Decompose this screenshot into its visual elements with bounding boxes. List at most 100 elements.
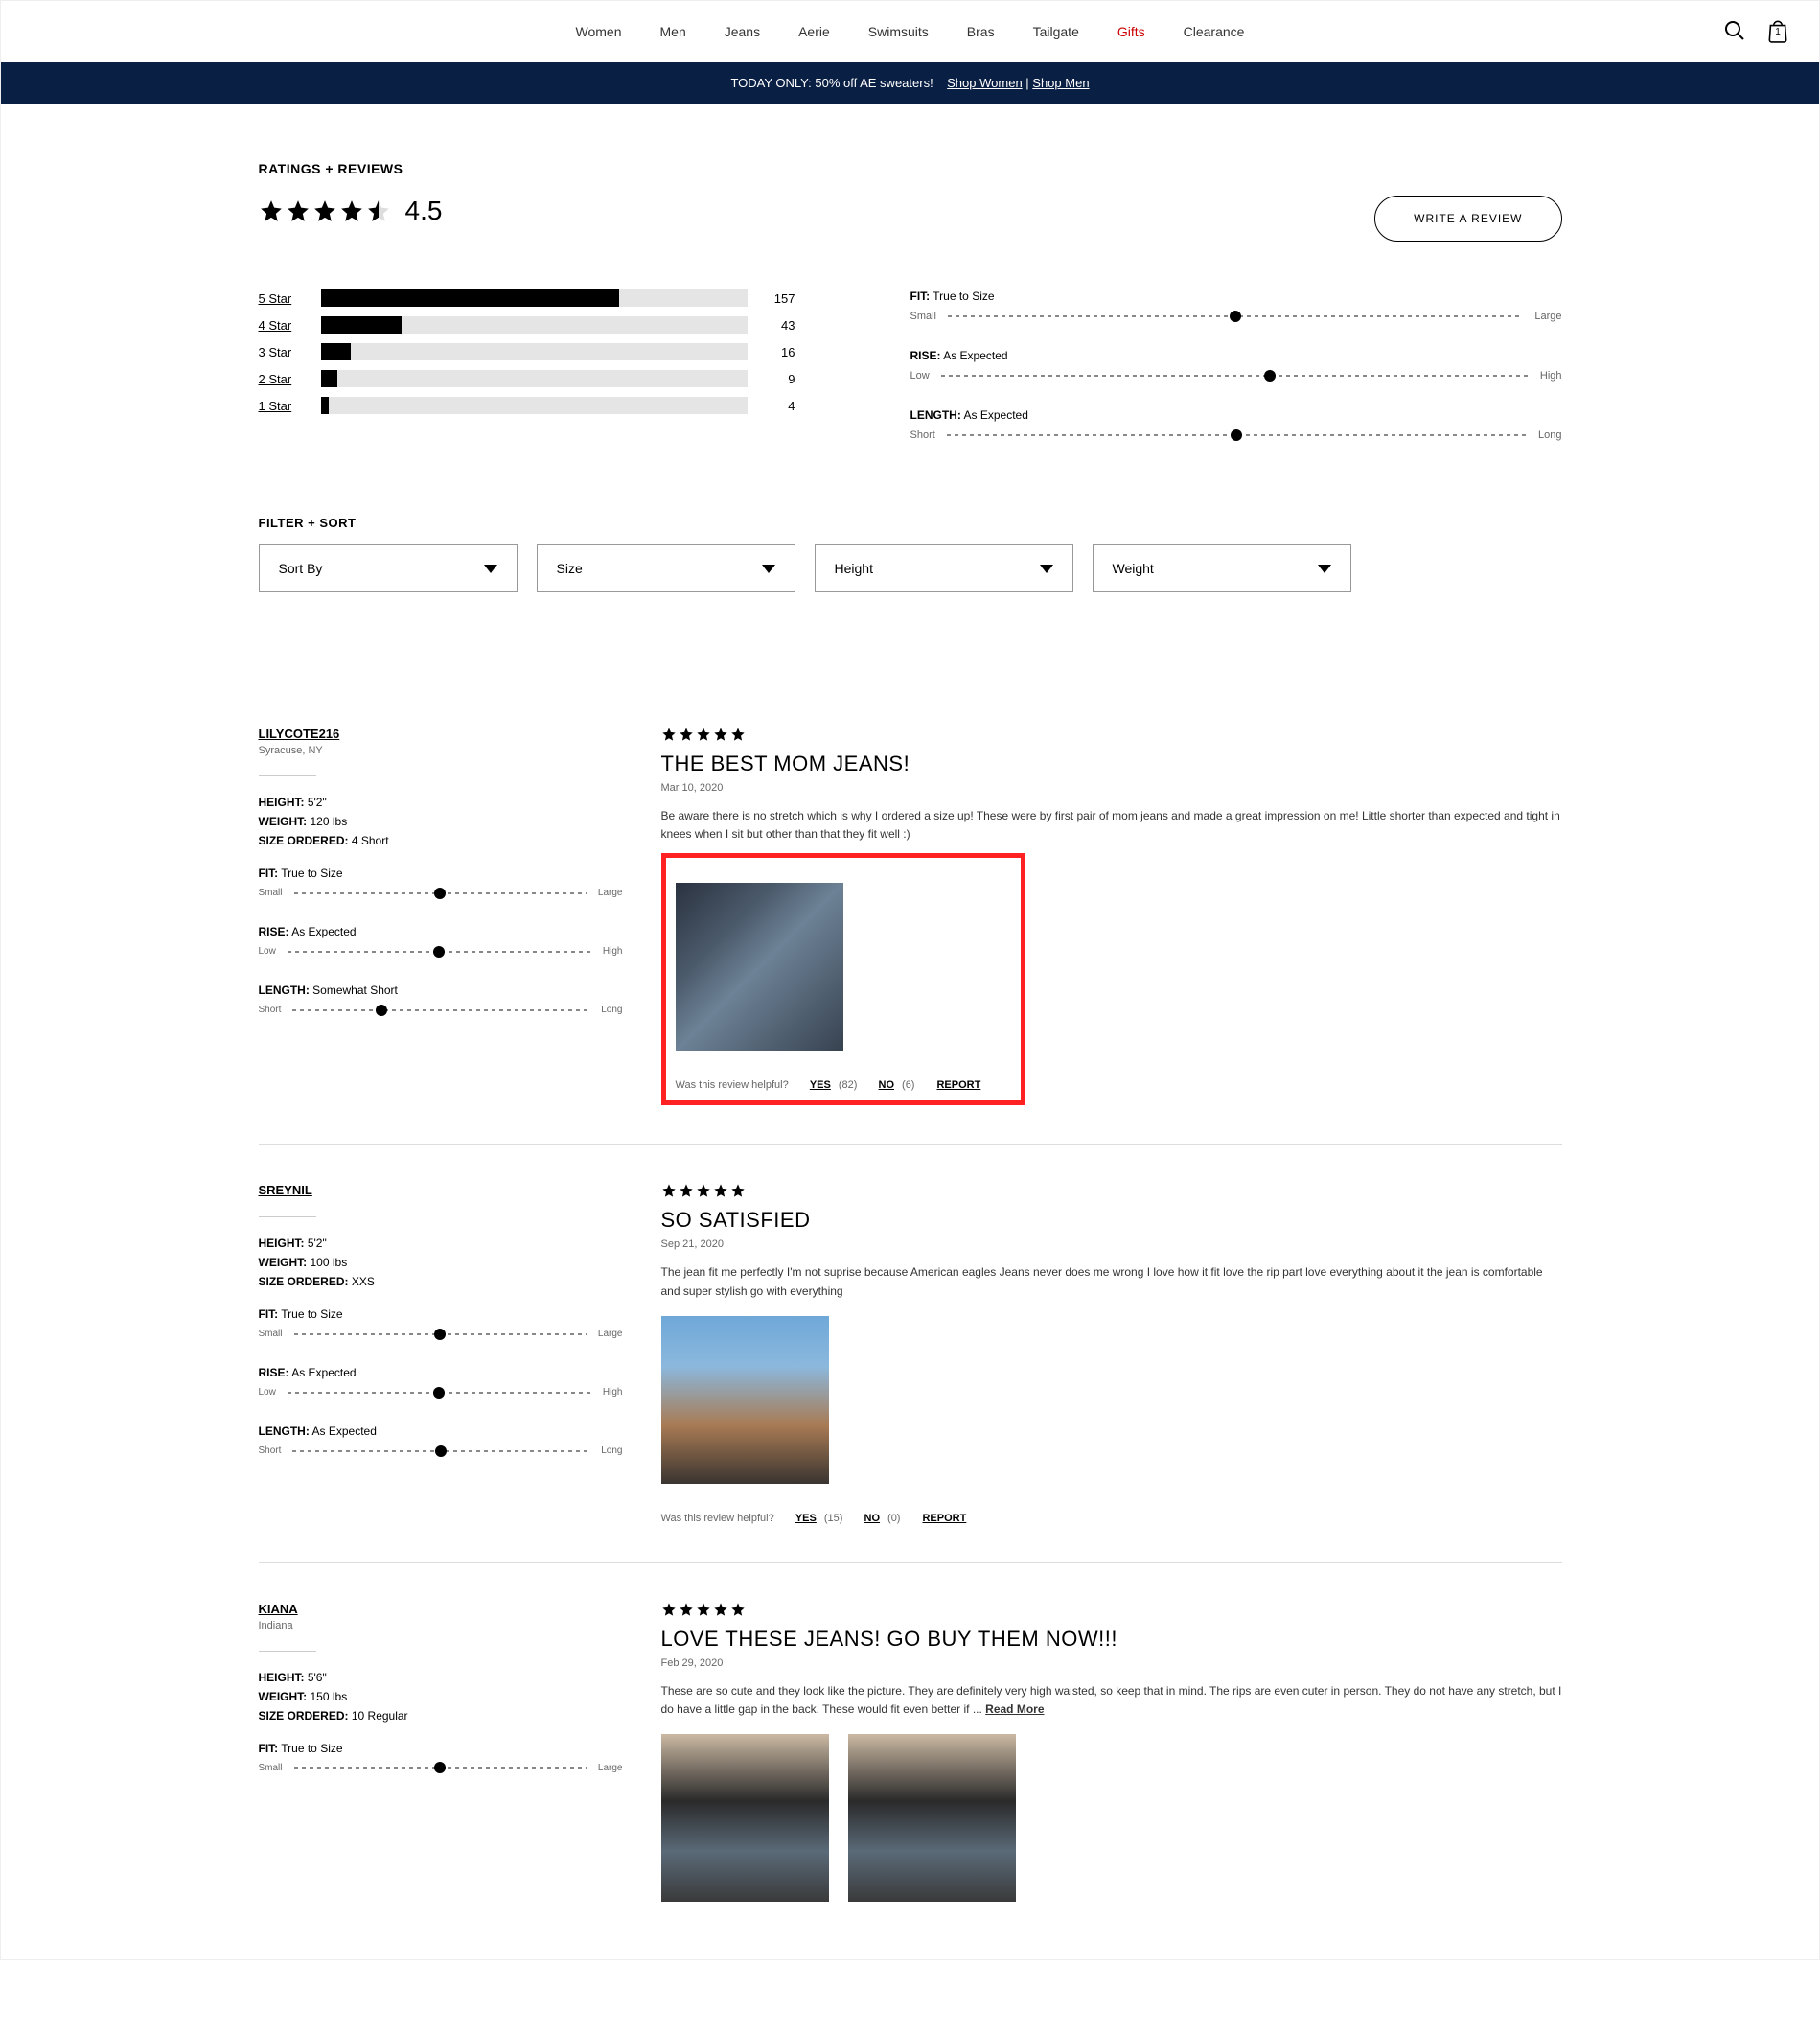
slider-label: FIT: True to Size: [259, 1307, 623, 1321]
star-icon: [713, 1183, 728, 1198]
nav-link-swimsuits[interactable]: Swimsuits: [868, 24, 929, 39]
helpful-yes-button[interactable]: YES: [810, 1079, 831, 1091]
bag-icon[interactable]: 1: [1765, 18, 1790, 46]
reviewer-attr: SIZE ORDERED: 10 Regular: [259, 1709, 623, 1723]
star-icon: [661, 727, 677, 742]
slider-dot: [433, 946, 445, 958]
slider-label: RISE: As Expected: [259, 925, 623, 938]
dist-row: 4 Star 43: [259, 316, 795, 334]
nav-link-bras[interactable]: Bras: [967, 24, 995, 39]
star-icon: [286, 198, 311, 223]
review-image[interactable]: [661, 1734, 829, 1902]
filter-weight[interactable]: Weight: [1093, 544, 1351, 592]
dist-link[interactable]: 2 Star: [259, 372, 302, 386]
star-icon: [339, 198, 364, 223]
star-icon: [730, 1183, 746, 1198]
review-text: These are so cute and they look like the…: [661, 1682, 1562, 1719]
promo-banner: TODAY ONLY: 50% off AE sweaters! Shop Wo…: [1, 62, 1819, 104]
reviewer-attr: HEIGHT: 5'2": [259, 796, 623, 809]
chevron-down-icon: [484, 565, 497, 573]
bag-count: 1: [1765, 27, 1790, 37]
review-title: SO SATISFIED: [661, 1208, 1562, 1233]
helpful-no-button[interactable]: NO: [864, 1513, 881, 1524]
helpful-row: Was this review helpful? YES(82) NO(6)RE…: [676, 1079, 1011, 1091]
chevron-down-icon: [762, 565, 775, 573]
chevron-down-icon: [1318, 565, 1331, 573]
slider-length: LENGTH: As ExpectedShortLong: [910, 408, 1562, 441]
review-text: Be aware there is no stretch which is wh…: [661, 807, 1562, 844]
review-text: The jean fit me perfectly I'm not supris…: [661, 1263, 1562, 1300]
slider-fit: FIT: True to SizeSmallLarge: [259, 1742, 623, 1773]
promo-text: TODAY ONLY: 50% off AE sweaters!: [730, 76, 933, 90]
slider-label: FIT: True to Size: [259, 867, 623, 880]
write-review-button[interactable]: WRITE A REVIEW: [1374, 196, 1561, 242]
reviewer-location: Syracuse, NY: [259, 745, 623, 756]
dist-bar: [321, 343, 748, 360]
slider-fit: FIT: True to SizeSmallLarge: [259, 867, 623, 898]
slider-label: RISE: As Expected: [259, 1366, 623, 1379]
reviewer-attr: WEIGHT: 120 lbs: [259, 815, 623, 828]
rating-distribution: 5 Star1574 Star433 Star162 Star91 Star4: [259, 289, 795, 468]
star-icon: [696, 727, 711, 742]
search-icon[interactable]: [1723, 19, 1746, 45]
review-title: LOVE THESE JEANS! GO BUY THEM NOW!!!: [661, 1627, 1562, 1652]
review-image[interactable]: [676, 883, 843, 1051]
dist-bar: [321, 370, 748, 387]
filter-height[interactable]: Height: [815, 544, 1073, 592]
reviewer-name[interactable]: KIANA: [259, 1602, 623, 1616]
star-icon: [259, 198, 284, 223]
rating-score: 4.5: [405, 196, 443, 226]
nav-link-gifts[interactable]: Gifts: [1117, 24, 1145, 39]
nav-link-jeans[interactable]: Jeans: [725, 24, 760, 39]
slider-label: FIT: True to Size: [259, 1742, 623, 1755]
slider-label: LENGTH: As Expected: [910, 408, 1562, 422]
helpful-yes-button[interactable]: YES: [795, 1513, 817, 1524]
dist-bar: [321, 316, 748, 334]
highlighted-region: Was this review helpful? YES(82) NO(6)RE…: [661, 853, 1025, 1105]
slider-rise: RISE: As ExpectedLowHigh: [259, 925, 623, 957]
star-icon: [366, 198, 391, 223]
helpful-no-button[interactable]: NO: [879, 1079, 895, 1091]
dist-count: 16: [767, 345, 795, 359]
promo-link-women[interactable]: Shop Women: [947, 76, 1023, 90]
summary-stars: [259, 198, 391, 223]
review-image[interactable]: [848, 1734, 1016, 1902]
reviewer-name[interactable]: LILYCOTE216: [259, 727, 623, 741]
media-region: [661, 1734, 1562, 1902]
dist-link[interactable]: 4 Star: [259, 318, 302, 333]
dist-count: 43: [767, 318, 795, 333]
dist-link[interactable]: 3 Star: [259, 345, 302, 359]
filter-title: FILTER + SORT: [259, 516, 1562, 530]
nav-link-aerie[interactable]: Aerie: [798, 24, 830, 39]
slider-dot: [433, 1387, 445, 1399]
reviewer-location: Indiana: [259, 1620, 623, 1631]
reviewer-name[interactable]: SREYNIL: [259, 1183, 623, 1197]
read-more-link[interactable]: Read More: [985, 1702, 1044, 1716]
top-nav: Women Men Jeans Aerie Swimsuits Bras Tailgate G…: [1, 1, 1819, 62]
review-image[interactable]: [661, 1316, 829, 1484]
filter-size[interactable]: Size: [537, 544, 795, 592]
slider-dot: [434, 1762, 446, 1773]
slider-label: RISE: As Expected: [910, 349, 1562, 362]
filter-sort-by[interactable]: Sort By: [259, 544, 518, 592]
star-icon: [713, 727, 728, 742]
nav-link-women[interactable]: Women: [576, 24, 622, 39]
nav-link-tailgate[interactable]: Tailgate: [1033, 24, 1079, 39]
promo-link-men[interactable]: Shop Men: [1032, 76, 1089, 90]
slider-dot: [434, 888, 446, 899]
star-icon: [661, 1602, 677, 1617]
report-link[interactable]: REPORT: [936, 1079, 980, 1091]
slider-fit: FIT: True to SizeSmallLarge: [910, 289, 1562, 322]
dist-link[interactable]: 1 Star: [259, 399, 302, 413]
report-link[interactable]: REPORT: [922, 1513, 966, 1524]
review-stars: [661, 1183, 1562, 1198]
dist-row: 5 Star157: [259, 289, 795, 307]
slider-dot: [1264, 370, 1276, 382]
slider-dot: [1230, 311, 1241, 322]
nav-link-clearance[interactable]: Clearance: [1184, 24, 1245, 39]
reviewer-attr: HEIGHT: 5'2": [259, 1237, 623, 1250]
slider-rise: RISE: As ExpectedLowHigh: [259, 1366, 623, 1398]
star-icon: [730, 1602, 746, 1617]
nav-link-men[interactable]: Men: [660, 24, 686, 39]
dist-link[interactable]: 5 Star: [259, 291, 302, 306]
